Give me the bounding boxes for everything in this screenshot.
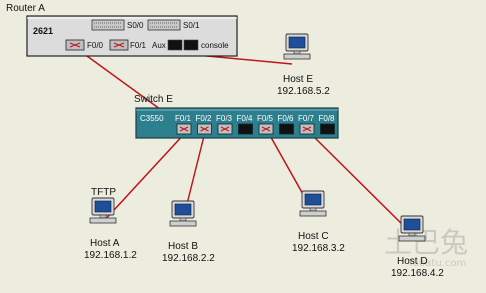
computer-icon: [299, 190, 327, 217]
host-name: Host C: [298, 231, 329, 242]
switch-port-label: F0/6: [278, 114, 295, 123]
router-console-label: console: [201, 41, 229, 50]
network-topology-diagram: 土巴兔 Tubatu.com Router A 2621 S0/0 S0/1 F…: [6, 3, 468, 279]
router-aux-label: Aux: [152, 41, 166, 50]
switch-port-label: F0/4: [237, 114, 254, 123]
router-port-f01[interactable]: [109, 39, 129, 51]
host-name: Host E: [283, 74, 313, 85]
switch-port-f08[interactable]: [320, 123, 335, 135]
switch-port-label: F0/7: [298, 114, 315, 123]
host-name: Host B: [168, 241, 198, 252]
computer-icon: [283, 33, 311, 60]
serial-port-s01[interactable]: [147, 19, 181, 31]
cable-switch-f07-to-host-d: [308, 131, 411, 233]
host-ip: 192.168.1.2: [84, 250, 137, 261]
host-role-label: TFTP: [91, 187, 116, 198]
switch-port-f04[interactable]: [238, 123, 253, 135]
host-c[interactable]: Host C192.168.3.2: [292, 190, 345, 254]
host-ip: 192.168.4.2: [391, 268, 444, 279]
switch-e[interactable]: Switch E C3550 F0/1 F0/2 F0/3 F0/4 F0/5 F0/6 F…: [134, 94, 339, 139]
switch-port-label: F0/8: [319, 114, 336, 123]
computer-icon: [89, 197, 117, 224]
switch-port-f05[interactable]: [258, 123, 274, 135]
serial-port-s00-label: S0/0: [127, 21, 144, 30]
router-port-f00-label: F0/0: [87, 41, 104, 50]
switch-port-f01[interactable]: [176, 123, 192, 135]
computer-icon: [398, 215, 426, 242]
cable-links: [75, 47, 411, 233]
host-a[interactable]: Host A192.168.1.2 TFTP: [84, 187, 137, 261]
computer-icon: [169, 200, 197, 227]
router-a[interactable]: Router A 2621 S0/0 S0/1 F0/0 F0/1 Aux co…: [6, 3, 238, 57]
switch-port-f06[interactable]: [279, 123, 294, 135]
host-b[interactable]: Host B192.168.2.2: [162, 200, 215, 264]
switch-title: Switch E: [134, 94, 173, 105]
router-console-port[interactable]: [183, 39, 199, 51]
serial-port-s00[interactable]: [91, 19, 125, 31]
switch-model: C3550: [140, 114, 164, 123]
switch-port-f07[interactable]: [299, 123, 315, 135]
router-model: 2621: [33, 26, 53, 36]
switch-port-label: F0/3: [216, 114, 233, 123]
host-ip: 192.168.5.2: [277, 86, 330, 97]
host-ip: 192.168.2.2: [162, 253, 215, 264]
router-aux-port[interactable]: [167, 39, 183, 51]
router-port-f01-label: F0/1: [130, 41, 147, 50]
switch-port-label: F0/2: [196, 114, 213, 123]
serial-port-s01-label: S0/1: [183, 21, 200, 30]
switch-port-label: F0/5: [257, 114, 274, 123]
switch-port-label: F0/1: [175, 114, 192, 123]
host-e[interactable]: Host E192.168.5.2: [277, 33, 330, 97]
router-title: Router A: [6, 3, 45, 14]
host-name: Host D: [397, 256, 428, 267]
host-ip: 192.168.3.2: [292, 243, 345, 254]
switch-port-f02[interactable]: [197, 123, 212, 135]
host-name: Host A: [90, 238, 120, 249]
watermark-glyphs: 土巴兔: [384, 226, 468, 259]
router-port-f00[interactable]: [65, 39, 85, 51]
switch-port-f03[interactable]: [217, 123, 233, 135]
